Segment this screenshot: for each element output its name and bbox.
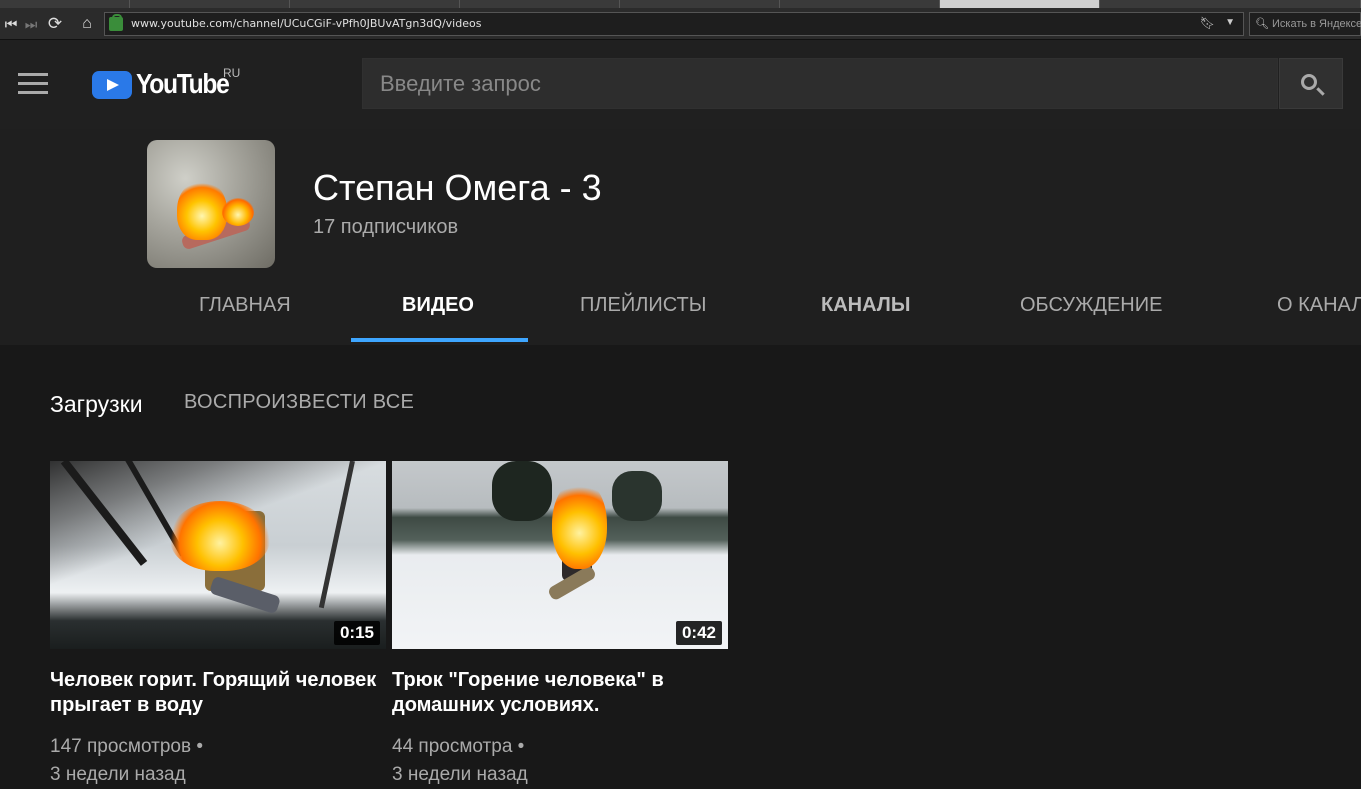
- view-count: 147 просмотров •: [50, 736, 203, 757]
- browser-search-placeholder: Искать в Яндексе: [1272, 18, 1361, 30]
- search-box: [362, 58, 1278, 109]
- videos-content: Загрузки ВОСПРОИЗВЕСТИ ВСЕ 0:15 Человек …: [0, 345, 1361, 787]
- upload-age: 3 недели назад: [50, 764, 186, 785]
- play-all-button[interactable]: ВОСПРОИЗВЕСТИ ВСЕ: [184, 391, 414, 414]
- tab-home[interactable]: ГЛАВНАЯ: [199, 277, 291, 342]
- tab-videos[interactable]: ВИДЕО: [402, 277, 474, 342]
- search-button[interactable]: [1279, 58, 1343, 109]
- logo-region: RU: [223, 66, 241, 80]
- browser-address-bar: ⏮ ⏭ ⟳ ⌂ www.youtube.com/channel/UCuCGiF-…: [0, 8, 1361, 40]
- video-title[interactable]: Трюк "Горение человека" в домашних услов…: [392, 668, 722, 718]
- channel-tabs: ГЛАВНАЯ ВИДЕО ПЛЕЙЛИСТЫ КАНАЛЫ ОБСУЖДЕНИ…: [0, 277, 1361, 345]
- video-title[interactable]: Человек горит. Горящий человек прыгает в…: [50, 668, 380, 718]
- video-card[interactable]: 0:15 Человек горит. Горящий человек прыг…: [50, 461, 386, 789]
- tab-discussion[interactable]: ОБСУЖДЕНИЕ: [1020, 277, 1162, 342]
- browser-tab[interactable]: [620, 0, 780, 8]
- video-meta: 147 просмотров • 3 недели назад: [50, 733, 386, 789]
- youtube-play-icon: [92, 71, 132, 99]
- video-duration: 0:42: [675, 621, 722, 645]
- home-icon[interactable]: ⌂: [76, 12, 98, 36]
- tab-about[interactable]: О КАНАЛЕ: [1277, 277, 1361, 342]
- tab-channels[interactable]: КАНАЛЫ: [821, 277, 910, 342]
- url-text: www.youtube.com/channel/UCuCGiF-vPfh0JBU…: [131, 17, 482, 30]
- video-duration: 0:15: [333, 621, 380, 645]
- browser-tab[interactable]: [1100, 0, 1361, 8]
- browser-tab-strip: [0, 0, 1361, 8]
- shelf-title[interactable]: Загрузки: [50, 391, 143, 418]
- browser-tab[interactable]: [0, 0, 130, 8]
- forward-icon[interactable]: ⏭: [20, 12, 42, 36]
- active-tab-indicator: [351, 338, 528, 342]
- browser-search-field[interactable]: 🔍︎ Искать в Яндексе: [1249, 12, 1361, 36]
- channel-avatar[interactable]: [147, 140, 275, 268]
- chevron-down-icon[interactable]: ▼: [1225, 17, 1235, 28]
- back-icon[interactable]: ⏮: [0, 12, 22, 36]
- search-icon: 🔍︎: [1255, 18, 1269, 30]
- url-field[interactable]: www.youtube.com/channel/UCuCGiF-vPfh0JBU…: [104, 12, 1244, 36]
- browser-tab[interactable]: [780, 0, 940, 8]
- logo-text: YouTube: [136, 68, 230, 99]
- channel-title: Степан Омега - 3: [313, 167, 602, 208]
- menu-icon[interactable]: [18, 73, 48, 95]
- channel-header: Степан Омега - 3 17 подписчиков ГЛАВНАЯ …: [0, 129, 1361, 345]
- view-count: 44 просмотра •: [392, 736, 525, 757]
- browser-tab[interactable]: [130, 0, 290, 8]
- upload-age: 3 недели назад: [392, 764, 528, 785]
- bookmark-icon[interactable]: 🔖︎: [1200, 16, 1215, 30]
- video-thumbnail[interactable]: 0:42: [392, 461, 728, 649]
- video-card[interactable]: 0:42 Трюк "Горение человека" в домашних …: [392, 461, 728, 789]
- lock-icon: [109, 14, 123, 31]
- browser-tab[interactable]: [460, 0, 620, 8]
- tab-playlists[interactable]: ПЛЕЙЛИСТЫ: [580, 277, 706, 342]
- video-meta: 44 просмотра • 3 недели назад: [392, 733, 728, 789]
- reload-icon[interactable]: ⟳: [44, 12, 66, 36]
- video-thumbnail[interactable]: 0:15: [50, 461, 386, 649]
- search-icon: [1301, 74, 1317, 90]
- search-input[interactable]: [363, 59, 1277, 108]
- browser-tab[interactable]: [290, 0, 460, 8]
- browser-tab-active[interactable]: [940, 0, 1100, 8]
- subscriber-count: 17 подписчиков: [313, 216, 459, 238]
- youtube-header: YouTube RU: [0, 40, 1361, 129]
